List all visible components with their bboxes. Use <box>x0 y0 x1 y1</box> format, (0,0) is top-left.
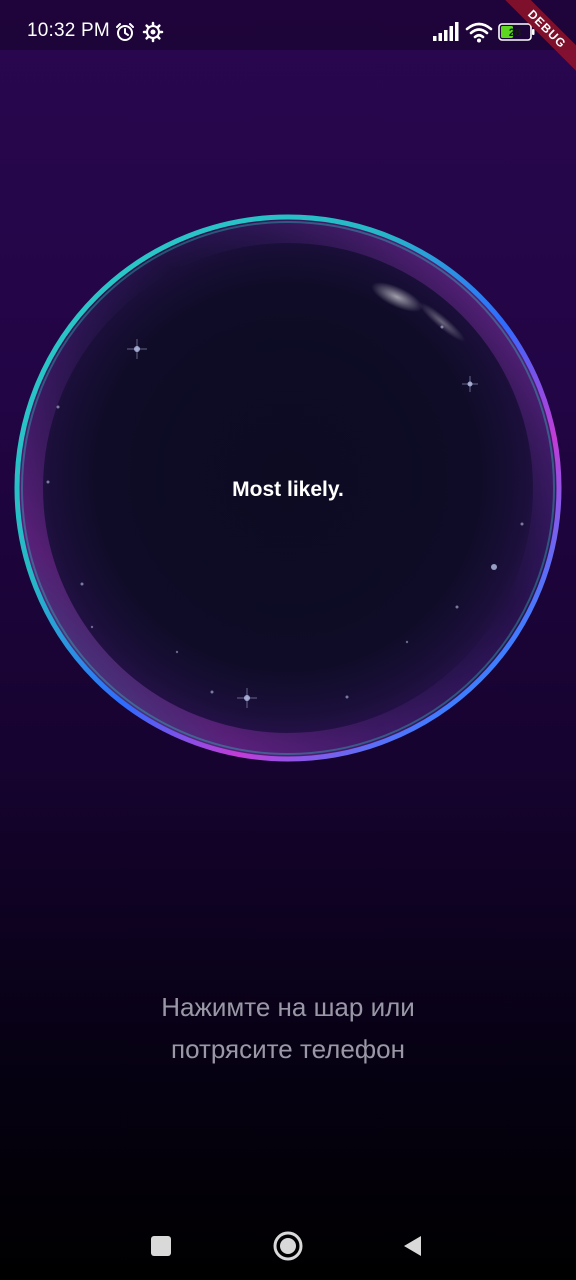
debug-ribbon-container: DEBUG <box>486 0 576 90</box>
instruction-line-2: потрясите телефон <box>171 1034 405 1064</box>
debug-ribbon: DEBUG <box>494 0 576 82</box>
square-icon <box>151 1236 171 1256</box>
instruction-text: Нажимте на шар или потрясите телефон <box>0 986 576 1070</box>
circle-icon <box>273 1231 303 1261</box>
settings-icon <box>142 21 164 48</box>
recents-button[interactable] <box>141 1226 181 1266</box>
home-button[interactable] <box>268 1226 308 1266</box>
alarm-icon <box>114 21 136 48</box>
signal-icon <box>433 22 461 47</box>
back-button[interactable] <box>393 1226 433 1266</box>
instruction-line-1: Нажимте на шар или <box>161 992 415 1022</box>
status-time: 10:32 PM <box>27 20 110 41</box>
triangle-back-icon <box>404 1236 421 1256</box>
answer-text: Most likely. <box>232 478 344 501</box>
